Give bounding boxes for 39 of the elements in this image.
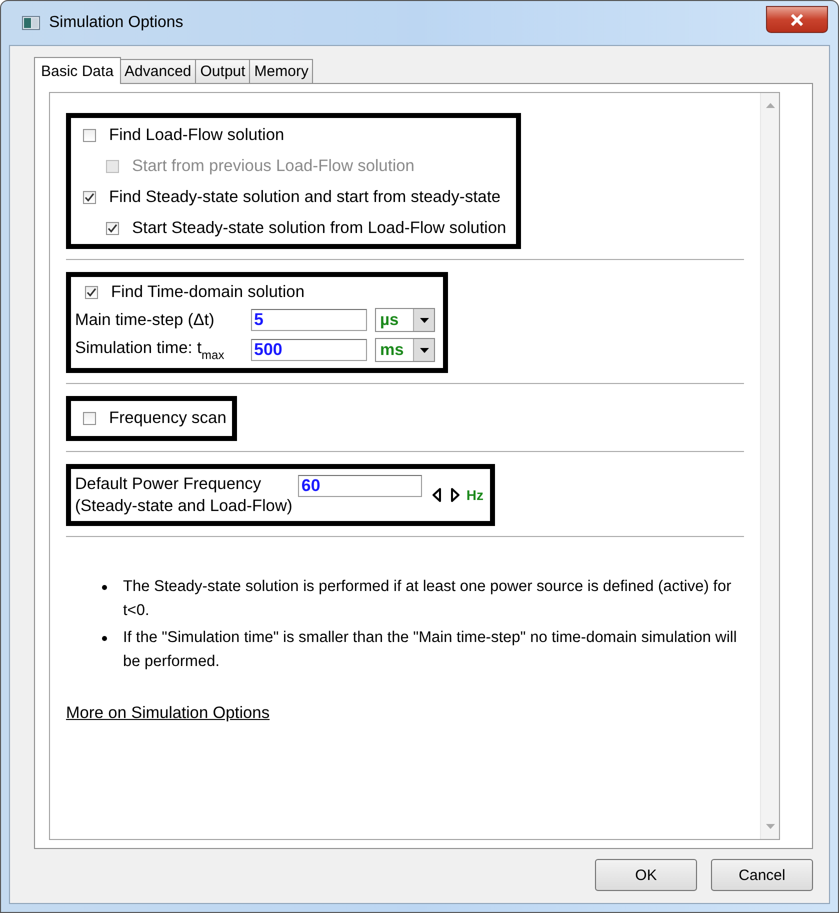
close-button[interactable] (766, 6, 828, 33)
checkbox-label: Find Steady-state solution and start from steady-state (109, 188, 501, 207)
dialog-button[interactable]: OK (595, 859, 697, 891)
checkbox-label: Start from previous Load-Flow solution (132, 157, 414, 176)
window-title: Simulation Options (49, 14, 184, 32)
checkbox[interactable] (83, 412, 96, 425)
field-label: Main time-step (Δt) (75, 310, 216, 330)
checkbox[interactable] (83, 129, 96, 142)
input-field[interactable]: 60 (298, 475, 422, 497)
tab[interactable]: Advanced (120, 59, 196, 83)
input-field[interactable]: 500 (251, 339, 367, 361)
checkbox[interactable] (83, 191, 96, 204)
field-label: Simulation time: t$_{max}$ (75, 338, 226, 362)
checkbox-label: Find Load-Flow solution (109, 126, 284, 145)
close-icon (790, 14, 804, 26)
checkbox[interactable] (85, 286, 98, 299)
unit-label: Hz (466, 487, 484, 503)
window-icon (22, 16, 40, 30)
unit-dropdown[interactable]: ms (375, 338, 435, 362)
right-arrow-icon[interactable] (451, 488, 460, 502)
left-arrow-icon[interactable] (432, 488, 442, 502)
checkbox-label: Start Steady-state solution from Load-Flow solution (132, 219, 506, 238)
caret-icon (420, 318, 428, 322)
field-label: Default Power Frequency (Steady-state and Load-Flow) (75, 474, 292, 517)
dialog-button[interactable]: Cancel (711, 859, 813, 891)
note-text: The Steady-state solution is performed if at least one power source is defined (active) for t<0. (123, 577, 732, 621)
tab[interactable]: Memory (249, 59, 314, 83)
input-field[interactable]: 5 (251, 309, 367, 331)
bullet-icon (102, 636, 107, 641)
tab[interactable]: Basic Data (34, 57, 121, 84)
unit-dropdown[interactable]: µs (375, 308, 435, 332)
checkbox-label: Find Time-domain solution (111, 283, 305, 302)
checkbox-label: Frequency scan (109, 409, 226, 428)
help-link[interactable]: More on Simulation Options (66, 704, 270, 723)
caret-icon (420, 348, 428, 352)
checkbox[interactable] (106, 222, 119, 235)
note-text: If the "Simulation time" is smaller than the "Main time-step" no time-domain simulation will be performed. (123, 628, 738, 672)
bullet-icon (102, 585, 107, 590)
tab[interactable]: Output (195, 59, 250, 83)
